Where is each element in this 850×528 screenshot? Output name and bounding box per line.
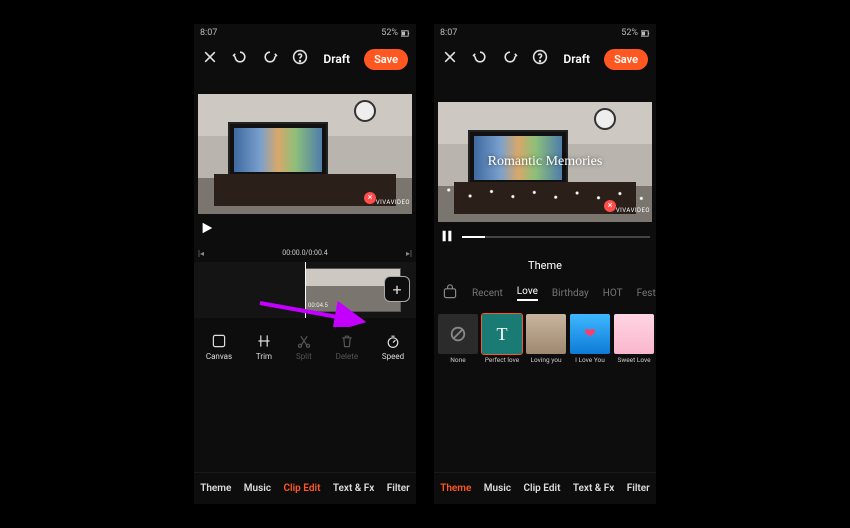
theme-perfect-love[interactable]: T Perfect love <box>482 312 522 364</box>
play-controls <box>194 214 416 244</box>
play-icon[interactable] <box>200 220 214 239</box>
close-icon[interactable] <box>442 49 458 69</box>
tab-text-fx[interactable]: Text & Fx <box>333 483 375 494</box>
cat-recent[interactable]: Recent <box>472 288 503 299</box>
clip-timestamp: 00:04.5 <box>308 302 328 309</box>
right-screenshot: 8:07 52% Draft Save Romantic Memories × … <box>434 24 656 504</box>
ruler-start-icon[interactable]: |◂ <box>198 249 204 258</box>
tab-filter[interactable]: Filter <box>387 483 410 494</box>
delete-tool: Delete <box>336 333 359 361</box>
split-tool: Split <box>296 333 312 361</box>
close-icon[interactable] <box>202 49 218 69</box>
tab-clip-edit[interactable]: Clip Edit <box>523 483 560 494</box>
draft-button[interactable]: Draft <box>563 52 590 66</box>
help-icon[interactable] <box>532 49 548 69</box>
clock-decor <box>354 100 376 122</box>
watermark-text: VIVAVIDEO <box>616 207 650 214</box>
speed-tool[interactable]: Speed <box>382 333 404 361</box>
tv-decor <box>228 122 328 178</box>
tab-clip-edit[interactable]: Clip Edit <box>283 483 320 494</box>
theme-thumbnails: None T Perfect love Loving you ❤ I Love … <box>434 308 656 374</box>
add-clip-button[interactable]: + <box>384 276 410 302</box>
theme-sweet-love[interactable]: Sweet Love <box>614 312 654 364</box>
theme-panel-title: Theme <box>434 252 656 278</box>
redo-icon[interactable] <box>262 49 278 69</box>
left-screenshot: 8:07 52% Draft Save × VIVAVIDEO <box>194 24 416 504</box>
theme-loving-you[interactable]: Loving you <box>526 312 566 364</box>
video-preview[interactable]: Romantic Memories × VIVAVIDEO <box>434 102 656 222</box>
status-time: 8:07 <box>200 28 217 38</box>
help-icon[interactable] <box>292 49 308 69</box>
redo-icon[interactable] <box>502 49 518 69</box>
clip-tools: Canvas Trim Split Delete Speed <box>194 324 416 370</box>
canvas-tool[interactable]: Canvas <box>206 333 232 361</box>
time-readout: 00:00.0/0:00.4 <box>282 249 327 257</box>
status-right: 52% <box>381 28 410 38</box>
cat-birthday[interactable]: Birthday <box>552 288 589 299</box>
theme-title-text: Romantic Memories <box>438 102 652 222</box>
editor-topbar: Draft Save <box>194 42 416 76</box>
pause-icon[interactable] <box>440 228 454 247</box>
playhead[interactable] <box>305 262 306 318</box>
bottom-tabs: Theme Music Clip Edit Text & Fx Filter <box>434 472 656 504</box>
ruler-end-icon[interactable]: ▸| <box>406 249 412 258</box>
trim-tool[interactable]: Trim <box>256 333 272 361</box>
save-button[interactable]: Save <box>604 49 648 70</box>
editor-topbar: Draft Save <box>434 42 656 76</box>
progress-bar[interactable] <box>462 236 650 238</box>
theme-i-love-you[interactable]: ❤ I Love You <box>570 312 610 364</box>
bottom-tabs: Theme Music Clip Edit Text & Fx Filter <box>194 472 416 504</box>
undo-icon[interactable] <box>472 49 488 69</box>
play-controls <box>434 222 656 252</box>
status-bar: 8:07 52% <box>194 24 416 42</box>
cat-hot[interactable]: HOT <box>603 288 623 299</box>
time-ruler[interactable]: |◂ 00:00.0/0:00.4 ▸| <box>194 244 416 262</box>
tab-filter[interactable]: Filter <box>627 483 650 494</box>
cat-love[interactable]: Love <box>517 286 538 301</box>
watermark-text: VIVAVIDEO <box>376 199 410 206</box>
draft-button[interactable]: Draft <box>323 52 350 66</box>
undo-icon[interactable] <box>232 49 248 69</box>
save-button[interactable]: Save <box>364 49 408 70</box>
status-time: 8:07 <box>440 28 457 38</box>
cat-festival[interactable]: Festi <box>637 288 656 299</box>
tab-theme[interactable]: Theme <box>440 483 471 494</box>
tab-music[interactable]: Music <box>244 483 271 494</box>
tab-music[interactable]: Music <box>484 483 511 494</box>
status-bar: 8:07 52% <box>434 24 656 42</box>
theme-categories[interactable]: Recent Love Birthday HOT Festi <box>434 278 656 308</box>
tab-text-fx[interactable]: Text & Fx <box>573 483 615 494</box>
theme-store-icon[interactable] <box>442 284 458 303</box>
timeline[interactable]: 00:04.5 + <box>194 262 416 318</box>
theme-none[interactable]: None <box>438 312 478 364</box>
video-preview[interactable]: × VIVAVIDEO <box>194 76 416 214</box>
tab-theme[interactable]: Theme <box>200 483 231 494</box>
